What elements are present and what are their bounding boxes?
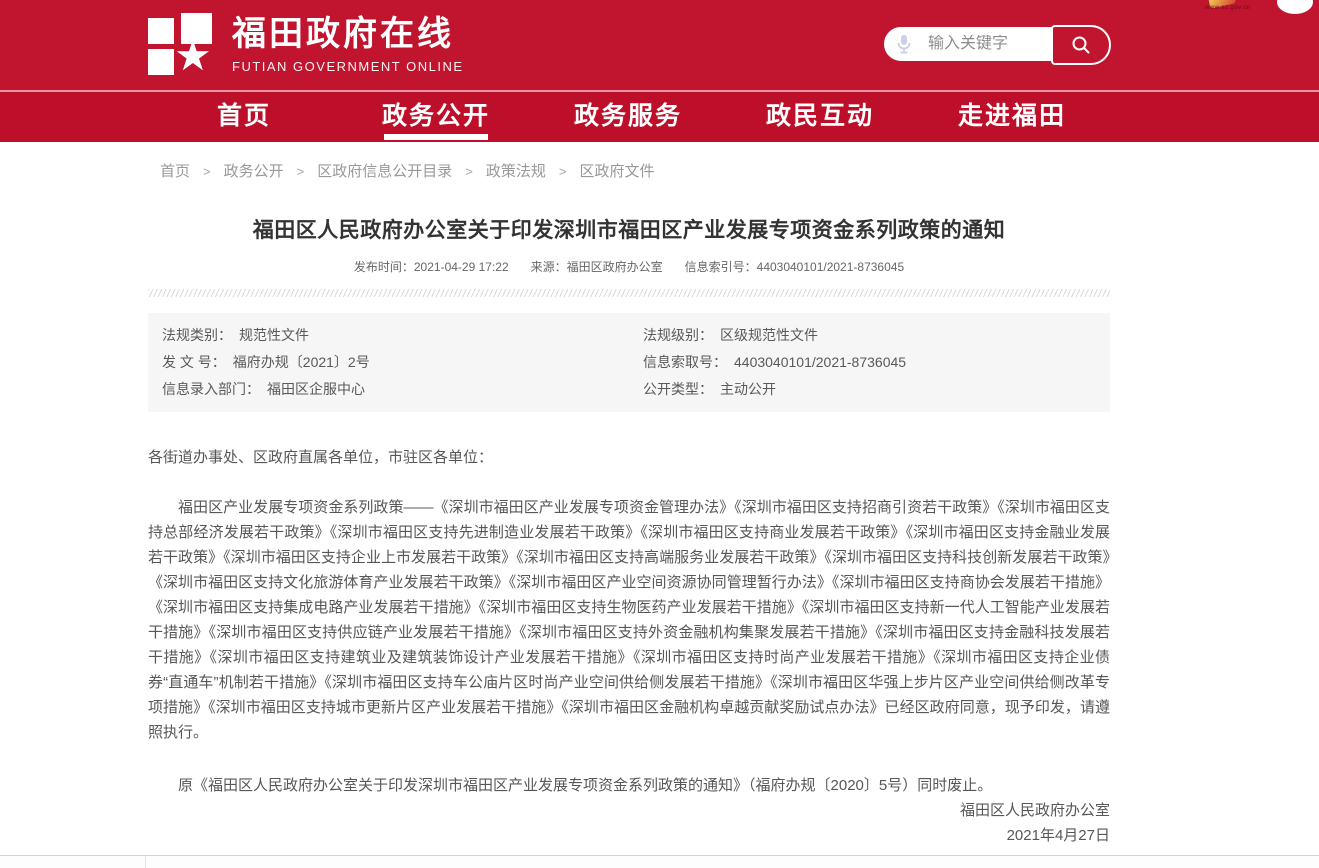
breadcrumb-item-info-directory[interactable]: 区政府信息公开目录 — [317, 163, 452, 180]
nav-item-home[interactable]: 首页 — [148, 92, 340, 140]
nav-item-public-interaction[interactable]: 政民互动 — [724, 92, 916, 140]
site-header: ★ 福田政府在线 FUTIAN GOVERNMENT ONLINE — [0, 0, 1319, 92]
info-row-entry-department: 信息录入部门：福田区企服中心 — [148, 376, 629, 403]
search-box — [884, 27, 1110, 61]
footer-edge — [0, 855, 1319, 868]
article-container: 福田区人民政府办公室关于印发深圳市福田区产业发展专项资金系列政策的通知 发布时间… — [148, 214, 1110, 848]
document-info-box: 法规类别：规范性文件 发 文 号：福府办规〔2021〕2号 信息录入部门：福田区… — [148, 313, 1110, 412]
signature: 福田区人民政府办公室 — [148, 798, 1110, 823]
main-paragraph: 福田区产业发展专项资金系列政策——《深圳市福田区产业发展专项资金管理办法》《深圳… — [148, 495, 1110, 745]
breadcrumb-separator: > — [465, 164, 473, 179]
nav-item-about-futian[interactable]: 走进福田 — [916, 92, 1108, 140]
breadcrumb-item-district-documents[interactable]: 区政府文件 — [579, 163, 654, 180]
breadcrumb-separator: > — [559, 164, 567, 179]
logo-square-icon — [148, 49, 174, 75]
repeal-paragraph: 原《福田区人民政府办公室关于印发深圳市福田区产业发展专项资金系列政策的通知》（福… — [148, 773, 1110, 798]
breadcrumb-item-government-affairs[interactable]: 政务公开 — [224, 163, 284, 180]
search-icon — [1070, 34, 1092, 56]
corner-emblem: www.sz.gov.cn — [1203, 0, 1273, 14]
nav-item-government-affairs[interactable]: 政务公开 — [340, 92, 532, 140]
main-navigation: 首页 政务公开 政务服务 政民互动 走进福田 — [0, 92, 1319, 142]
info-row-disclosure-type: 公开类型：主动公开 — [629, 376, 1110, 403]
site-name-english: FUTIAN GOVERNMENT ONLINE — [232, 59, 464, 74]
breadcrumb-separator: > — [203, 164, 211, 179]
breadcrumb-item-policies[interactable]: 政策法规 — [486, 163, 546, 180]
salutation-paragraph: 各街道办事处、区政府直属各单位，市驻区各单位： — [148, 445, 1110, 470]
source: 来源：福田区政府办公室 — [531, 258, 663, 275]
site-name: 福田政府在线 — [232, 16, 464, 53]
microphone-icon[interactable] — [894, 34, 914, 54]
logo-square-icon — [148, 18, 174, 44]
logo-mark-icon: ★ — [148, 13, 212, 77]
info-row-regulation-category: 法规类别：规范性文件 — [148, 322, 629, 349]
info-column-right: 法规级别：区级规范性文件 信息索取号：4403040101/2021-87360… — [629, 322, 1110, 403]
publish-time: 发布时间：2021-04-29 17:22 — [354, 258, 509, 275]
breadcrumb-item-home[interactable]: 首页 — [160, 163, 190, 180]
document-date: 2021年4月27日 — [148, 823, 1110, 848]
info-row-document-number: 发 文 号：福府办规〔2021〕2号 — [148, 349, 629, 376]
breadcrumb-separator: > — [297, 164, 305, 179]
info-index-number: 信息索引号：4403040101/2021-8736045 — [685, 258, 904, 275]
page-title: 福田区人民政府办公室关于印发深圳市福田区产业发展专项资金系列政策的通知 — [148, 214, 1110, 244]
footer-divider — [145, 856, 146, 868]
logo-text: 福田政府在线 FUTIAN GOVERNMENT ONLINE — [232, 16, 464, 73]
article-meta: 发布时间：2021-04-29 17:22 来源：福田区政府办公室 信息索引号：… — [148, 258, 1110, 275]
breadcrumb: 首页 > 政务公开 > 区政府信息公开目录 > 政策法规 > 区政府文件 — [160, 160, 1319, 181]
document-body: 各街道办事处、区政府直属各单位，市驻区各单位： 福田区产业发展专项资金系列政策—… — [148, 445, 1110, 848]
emblem-caption: www.sz.gov.cn — [1205, 5, 1251, 11]
site-logo[interactable]: ★ 福田政府在线 FUTIAN GOVERNMENT ONLINE — [148, 13, 464, 77]
nav-item-government-services[interactable]: 政务服务 — [532, 92, 724, 140]
hatched-divider — [148, 289, 1110, 297]
info-row-index-number: 信息索取号：4403040101/2021-8736045 — [629, 349, 1110, 376]
info-column-left: 法规类别：规范性文件 发 文 号：福府办规〔2021〕2号 信息录入部门：福田区… — [148, 322, 629, 403]
corner-decoration — [1277, 0, 1313, 14]
logo-star-icon: ★ — [174, 35, 212, 77]
info-row-regulation-level: 法规级别：区级规范性文件 — [629, 322, 1110, 349]
search-button[interactable] — [1051, 25, 1111, 65]
